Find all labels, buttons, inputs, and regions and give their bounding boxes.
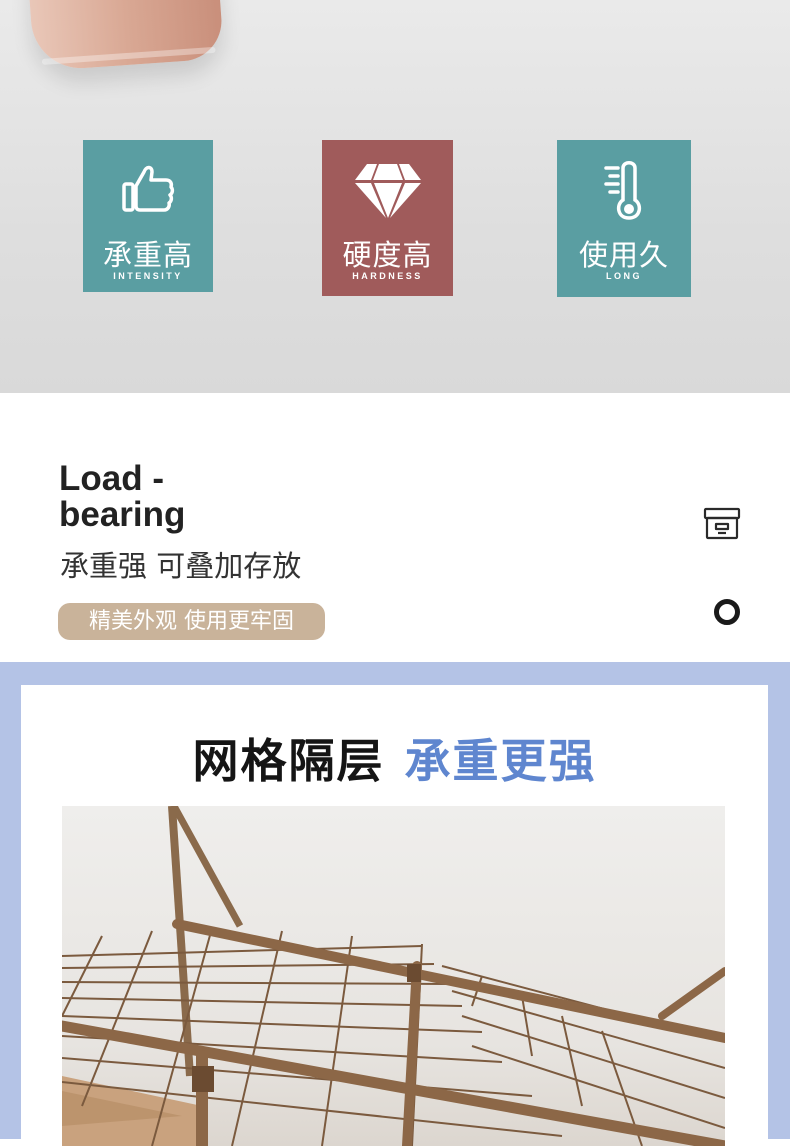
feature-title: 承重高 bbox=[102, 238, 193, 272]
ring-icon bbox=[714, 599, 740, 625]
feature-subtitle: HARDNESS bbox=[352, 271, 423, 281]
heading-blue: 承重更强 bbox=[404, 734, 597, 788]
shelf-photo bbox=[62, 806, 725, 1146]
feature-card-intensity: 承重高 INTENSITY bbox=[83, 140, 213, 292]
feature-card-long: 使用久 LONG bbox=[557, 140, 691, 297]
feature-card-hardness: 硬度高 HARDNESS bbox=[322, 140, 453, 296]
hero-banner: 承重高 INTENSITY 硬度高 HARDNESS 使用久 LONG bbox=[0, 0, 790, 393]
title-line-2: bearing bbox=[59, 495, 186, 534]
feature-title: 使用久 bbox=[578, 238, 669, 272]
feature-pill: 精美外观 使用更牢固 bbox=[58, 603, 325, 640]
grid-shelf-section: 网格隔层 承重更强 bbox=[0, 662, 790, 1146]
archive-box-icon bbox=[703, 507, 741, 545]
feature-subtitle: LONG bbox=[606, 271, 642, 281]
section-title: Load - bearing bbox=[59, 461, 185, 533]
product-bin-image bbox=[25, 0, 225, 72]
thermometer-icon bbox=[557, 158, 691, 220]
diamond-icon bbox=[322, 158, 453, 218]
thumbs-up-icon bbox=[83, 158, 213, 218]
content-card: 网格隔层 承重更强 bbox=[21, 685, 768, 1146]
heading-dark: 网格隔层 bbox=[192, 734, 385, 788]
feature-title: 硬度高 bbox=[342, 238, 433, 272]
title-line-1: Load - bbox=[59, 459, 164, 498]
feature-subtitle: INTENSITY bbox=[113, 271, 183, 281]
section-subtitle: 承重强 可叠加存放 bbox=[60, 549, 302, 583]
load-bearing-section: Load - bearing 承重强 可叠加存放 精美外观 使用更牢固 bbox=[0, 393, 790, 662]
section-heading: 网格隔层 承重更强 bbox=[21, 725, 768, 791]
